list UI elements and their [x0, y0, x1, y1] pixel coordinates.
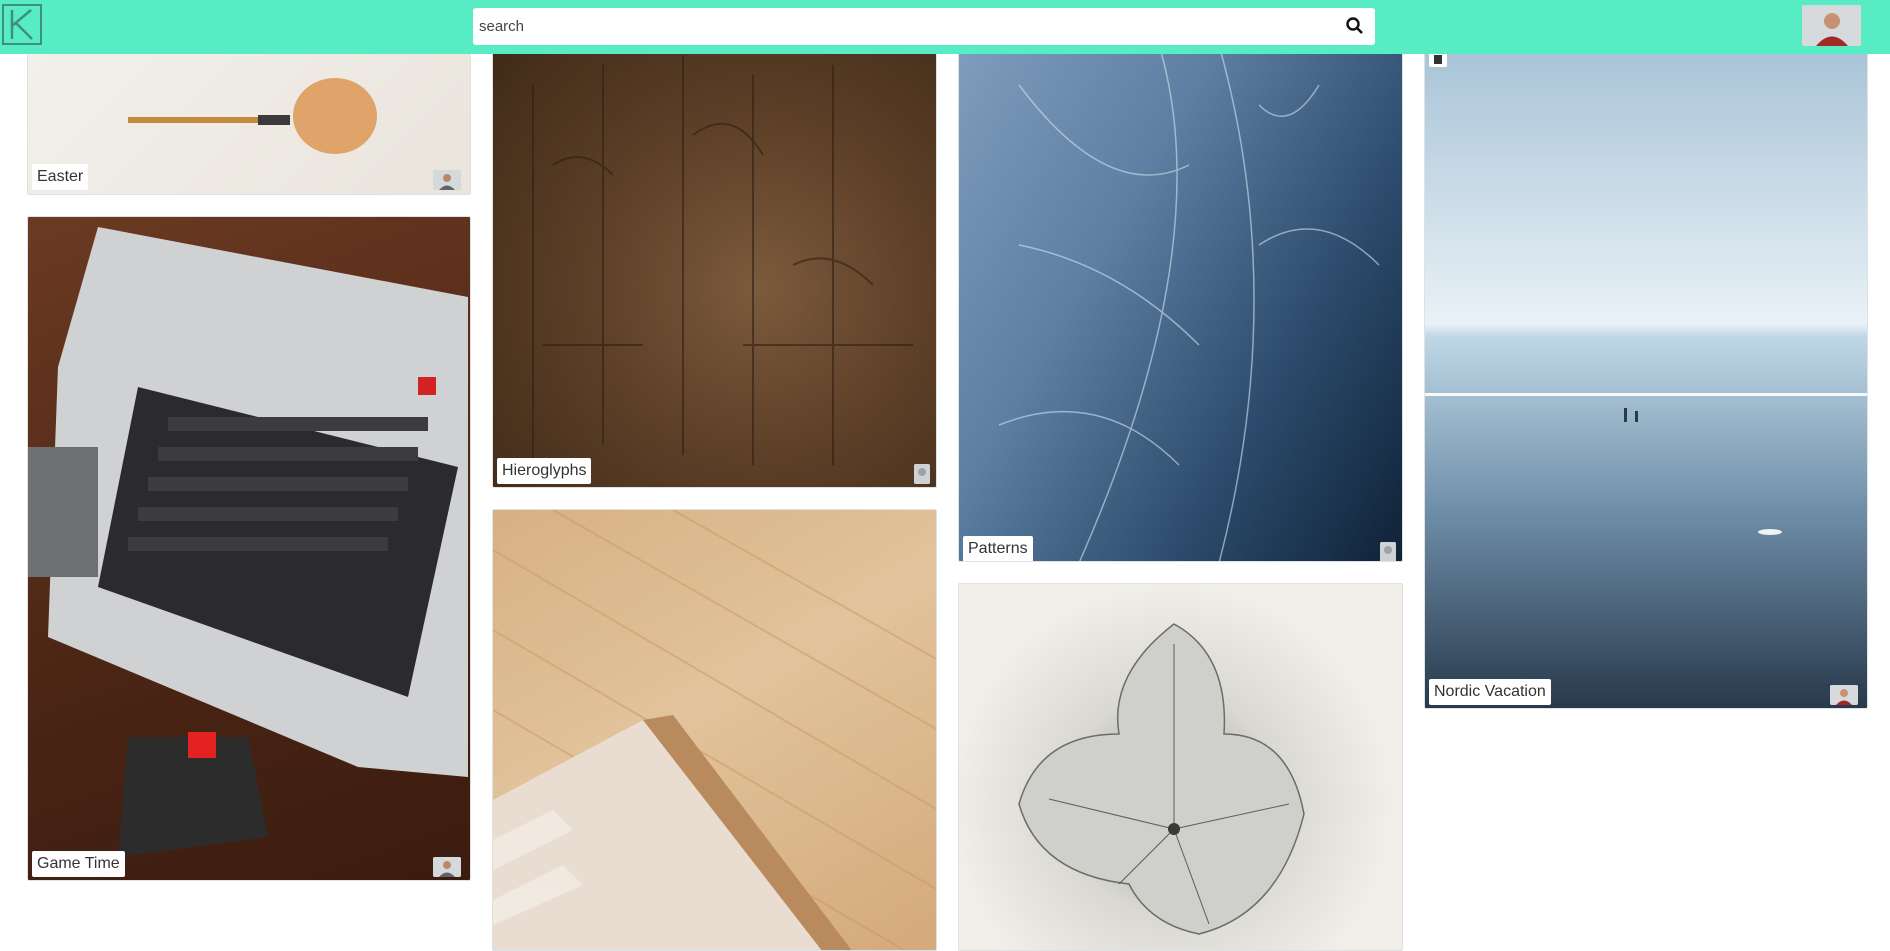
user-avatar[interactable] [1802, 5, 1861, 46]
photo-card [958, 583, 1403, 951]
card-title: Hieroglyphs [497, 458, 592, 484]
photo-card[interactable]: Hieroglyphs [492, 44, 937, 488]
owner-avatar[interactable] [1380, 542, 1396, 561]
leaf-photo [1018, 623, 1305, 935]
photo-card [492, 509, 937, 951]
owner-avatar[interactable] [914, 464, 930, 484]
search-box [473, 8, 1375, 45]
rug-photo [493, 510, 936, 950]
card-title: Easter [32, 164, 89, 190]
nordic-vacation-photo [1425, 393, 1867, 535]
owner-avatar[interactable] [433, 170, 461, 190]
photo-card[interactable]: Patterns [958, 44, 1403, 562]
search-input[interactable] [473, 8, 1333, 45]
owner-avatar[interactable] [433, 857, 461, 877]
easter-photo [128, 78, 377, 154]
top-bar [0, 0, 1890, 54]
game-time-photo [28, 227, 468, 857]
photo-card[interactable]: Easter [27, 44, 471, 195]
k-logo-icon[interactable] [2, 4, 42, 45]
photo-card[interactable]: Nordic Vacation [1424, 44, 1868, 709]
photo-card[interactable]: Game Time [27, 216, 471, 881]
card-title: Nordic Vacation [1429, 679, 1551, 705]
search-icon[interactable] [1345, 16, 1365, 36]
card-title: Patterns [963, 536, 1033, 561]
owner-avatar[interactable] [1830, 685, 1858, 705]
card-title: Game Time [32, 851, 125, 877]
hieroglyphs-photo [532, 55, 913, 465]
patterns-photo [998, 45, 1380, 561]
